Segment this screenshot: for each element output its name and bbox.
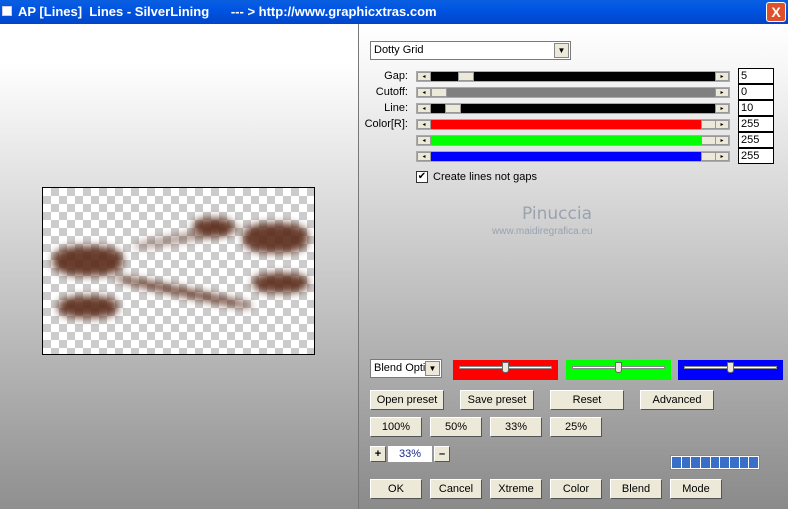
checkbox-icon[interactable]: ✔ [416,171,428,183]
reset-button[interactable]: Reset [550,390,624,410]
slider-thumb[interactable] [502,362,509,373]
chevron-down-icon[interactable]: ▼ [425,361,440,376]
preset-dropdown[interactable]: Dotty Grid ▼ [370,41,571,60]
slider-value-field[interactable]: 255 [738,148,774,164]
slider-value-field[interactable]: 5 [738,68,774,84]
slider-value-field[interactable]: 0 [738,84,774,100]
color-button[interactable]: Color [550,479,602,499]
slider-2[interactable]: ◂ ▸ [416,103,730,114]
save-preset-button[interactable]: Save preset [460,390,534,410]
arrow-left-icon[interactable]: ◂ [417,136,431,145]
mode-button[interactable]: Mode [670,479,722,499]
arrow-left-icon[interactable]: ◂ [417,72,431,81]
zoom-50-button[interactable]: 50% [430,417,482,437]
zoom-in-button[interactable]: + [370,446,386,462]
slider-label: Gap: [384,70,408,82]
slider-track[interactable] [431,104,715,113]
blend-color-slider-0[interactable] [453,360,558,380]
slider-track[interactable] [431,120,715,129]
zoom-field[interactable]: 33% [388,446,432,462]
blend-value: Blend Opti [374,362,426,374]
zoom-out-button[interactable]: – [434,446,450,462]
open-preset-button[interactable]: Open preset [370,390,444,410]
slider-0[interactable]: ◂ ▸ [416,71,730,82]
slider-thumb[interactable] [431,88,447,97]
chevron-down-icon[interactable]: ▼ [554,43,569,58]
zoom-25-button[interactable]: 25% [550,417,602,437]
cancel-button[interactable]: Cancel [430,479,482,499]
arrow-right-icon[interactable]: ▸ [715,136,729,145]
zoom-33-button[interactable]: 33% [490,417,542,437]
preview-image [42,187,315,355]
blend-options-dropdown[interactable]: Blend Opti ▼ [370,359,442,378]
slider-4[interactable]: ◂ ▸ [416,135,730,146]
slider-track[interactable] [431,136,715,145]
arrow-left-icon[interactable]: ◂ [417,88,431,97]
arrow-right-icon[interactable]: ▸ [715,88,729,97]
checkbox-label: Create lines not gaps [433,171,537,183]
watermark-name: Pinuccia [522,204,592,224]
arrow-left-icon[interactable]: ◂ [417,152,431,161]
slider-track[interactable] [431,152,715,161]
xtreme-button[interactable]: Xtreme [490,479,542,499]
create-lines-checkbox[interactable]: ✔ Create lines not gaps [416,171,537,183]
blend-color-slider-1[interactable] [566,360,671,380]
slider-thumb[interactable] [444,104,461,113]
slider-value-field[interactable]: 255 [738,116,774,132]
slider-value-field[interactable]: 255 [738,132,774,148]
app-icon [2,6,12,16]
zoom-100-button[interactable]: 100% [370,417,422,437]
arrow-right-icon[interactable]: ▸ [715,72,729,81]
watermark-url: www.maidiregrafica.eu [492,226,593,237]
arrow-right-icon[interactable]: ▸ [715,104,729,113]
window-title: AP [Lines] Lines - SilverLining --- > ht… [18,4,437,19]
slider-label: Cutoff: [375,86,408,98]
slider-value-field[interactable]: 10 [738,100,774,116]
progress-bar [670,455,760,470]
slider-3[interactable]: ◂ ▸ [416,119,730,130]
slider-1[interactable]: ◂ ▸ [416,87,730,98]
arrow-right-icon[interactable]: ▸ [715,152,729,161]
preset-value: Dotty Grid [374,44,424,56]
blend-color-slider-2[interactable] [678,360,783,380]
title-bar: AP [Lines] Lines - SilverLining --- > ht… [0,0,788,24]
blend-button[interactable]: Blend [610,479,662,499]
slider-thumb[interactable] [727,362,734,373]
slider-thumb[interactable] [615,362,622,373]
slider-5[interactable]: ◂ ▸ [416,151,730,162]
arrow-right-icon[interactable]: ▸ [715,120,729,129]
ok-button[interactable]: OK [370,479,422,499]
close-button[interactable]: X [766,2,786,22]
arrow-left-icon[interactable]: ◂ [417,120,431,129]
slider-thumb[interactable] [458,72,474,81]
slider-label: Color[R]: [364,118,408,130]
slider-label: Line: [384,102,408,114]
advanced-button[interactable]: Advanced [640,390,714,410]
arrow-left-icon[interactable]: ◂ [417,104,431,113]
slider-track[interactable] [431,88,715,97]
